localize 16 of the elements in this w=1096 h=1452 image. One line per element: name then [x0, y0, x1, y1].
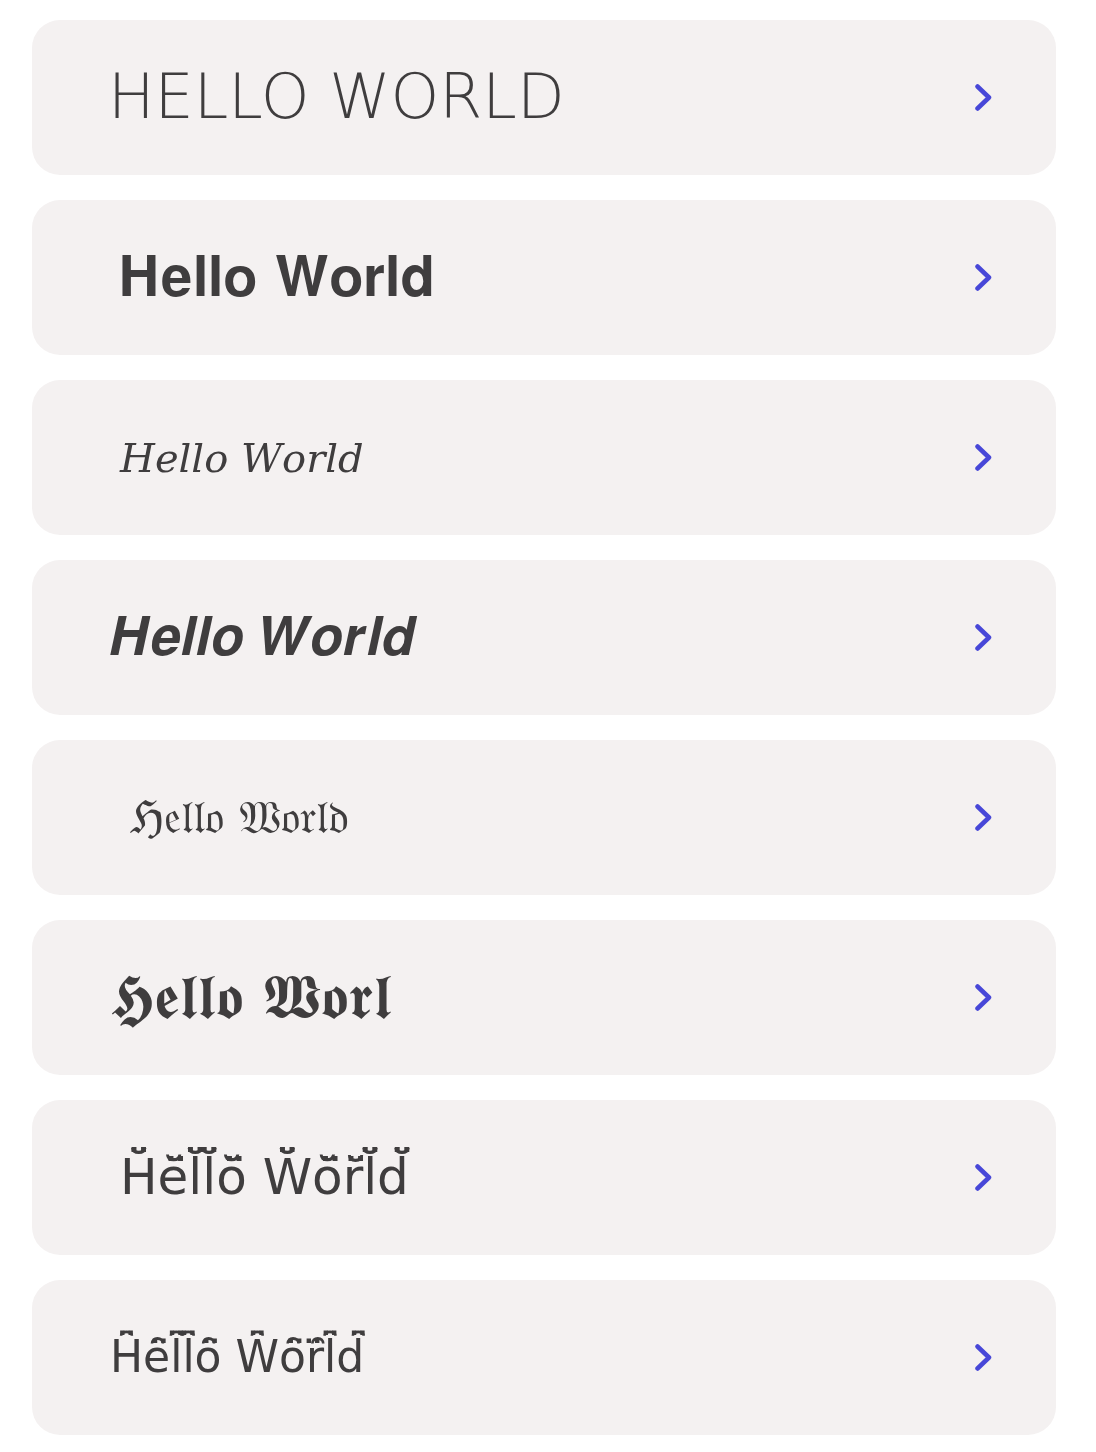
- chevron-right-icon: [975, 84, 992, 111]
- font-style-option[interactable]: HELLO WORLD: [32, 20, 1056, 175]
- chevron-right-icon: [975, 444, 992, 471]
- chevron-right-icon: [975, 804, 992, 831]
- font-style-option[interactable]: 𝑯𝒆𝒍𝒍𝒐 𝑾𝒐𝒓𝒍𝒅: [32, 560, 1056, 715]
- chevron-right-icon: [975, 264, 992, 291]
- chevron-right-icon: [975, 1164, 992, 1191]
- font-style-option[interactable]: H̆̈ĕ̈l̆̈l̆̈ŏ̈ W̆̈ŏ̈r̆̈l̆̈d̆̈: [32, 1100, 1056, 1255]
- font-style-option[interactable]: 𝐇𝐞𝐥𝐥𝐨 𝐖𝐨𝐫𝐥𝐝: [32, 200, 1056, 355]
- font-style-option[interactable]: ℌ𝔢𝔩𝔩𝔬 𝔚𝔬𝔯𝔩𝔡: [32, 740, 1056, 895]
- chevron-right-icon: [975, 1344, 992, 1371]
- chevron-right-icon: [975, 984, 992, 1011]
- font-style-option[interactable]: 𝐻𝑒𝑙𝑙𝑜 𝑊𝑜𝑟𝑙𝑑: [32, 380, 1056, 535]
- chevron-right-icon: [975, 624, 992, 651]
- font-style-option[interactable]: 𝕳𝖊𝖑𝖑𝖔 𝖂𝖔𝖗𝖑: [32, 920, 1056, 1075]
- font-style-option[interactable]: H̑̈ȇ̈l̑̈l̑̈ȏ̈ W̑̈ȏ̈ȓ̈l̑̈d̑̈: [32, 1280, 1056, 1435]
